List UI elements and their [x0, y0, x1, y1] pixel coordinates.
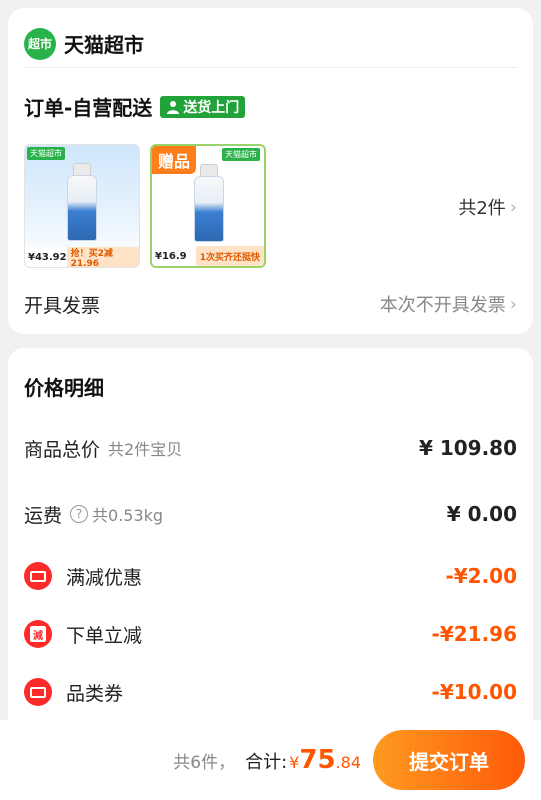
- checkout-bar: 共6件， 合计: ¥ 75 .84 提交订单: [0, 720, 541, 800]
- invoice-value-text: 本次不开具发票: [379, 295, 506, 316]
- order-type: 订单-自营配送 送货上门: [24, 92, 246, 121]
- price-strip: ¥16.9 1次买齐还挺快: [152, 246, 264, 266]
- invoice-row[interactable]: 开具发票 本次不开具发票 ›: [24, 288, 517, 320]
- total-integer: 75: [299, 745, 336, 775]
- price-row-full-reduction[interactable]: 满减优惠 -¥2.00: [24, 558, 517, 594]
- row-sub-weight[interactable]: ? 共0.53kg: [70, 502, 163, 526]
- price-row-subtotal: 商品总价 共2件宝贝 ¥ 109.80: [24, 430, 517, 466]
- total-label: 合计:: [245, 752, 288, 773]
- store-header[interactable]: 超市 天猫超市: [24, 20, 517, 68]
- row-sub-text: 共0.53kg: [92, 506, 164, 525]
- row-amount: -¥21.96: [431, 622, 517, 646]
- chevron-right-icon: ›: [509, 196, 517, 218]
- price-row-shipping: 运费 ? 共0.53kg ¥ 0.00: [24, 496, 517, 532]
- instant-discount-icon-text: 減: [30, 626, 46, 642]
- item-count-link[interactable]: 共2件 ›: [458, 194, 517, 220]
- price-row-instant-discount[interactable]: 減 下单立减 -¥21.96: [24, 616, 517, 652]
- row-amount: -¥2.00: [445, 564, 517, 588]
- product-bottle-image: [194, 176, 224, 242]
- row-label: 下单立减: [66, 624, 143, 647]
- delivery-badge-label: 送货上门: [183, 99, 240, 116]
- row-label: 商品总价: [24, 438, 101, 461]
- row-amount: ¥ 109.80: [418, 436, 517, 460]
- invoice-value: 本次不开具发票 ›: [380, 291, 517, 317]
- product-thumbnail[interactable]: 天猫超市 ¥43.92 抢！买2减21.96: [24, 144, 140, 268]
- coupon-ticket-icon: [24, 562, 52, 590]
- chevron-right-icon: ›: [509, 293, 517, 315]
- total-item-count: 共6件，: [173, 753, 236, 773]
- row-amount: -¥10.00: [431, 680, 517, 704]
- submit-order-button[interactable]: 提交订单: [373, 730, 525, 790]
- price-strip: ¥43.92 抢！买2减21.96: [25, 247, 139, 267]
- item-count: 共2件: [458, 198, 506, 219]
- store-tag: 天猫超市: [222, 148, 260, 161]
- invoice-label: 开具发票: [24, 294, 101, 317]
- order-type-label: 订单-自营配送: [24, 96, 153, 120]
- product-price: ¥43.92: [28, 251, 67, 263]
- store-name: 天猫超市: [64, 33, 144, 57]
- store-logo: 超市: [24, 27, 56, 60]
- gift-product-thumbnail[interactable]: 赠品 天猫超市 ¥16.9 1次买齐还挺快: [150, 144, 266, 268]
- category-coupon-icon: [24, 678, 52, 706]
- help-icon[interactable]: ?: [70, 505, 89, 523]
- row-label: 品类券: [66, 682, 124, 705]
- total-decimal: .84: [335, 753, 361, 772]
- gift-label: 赠品: [152, 146, 197, 174]
- store-tag: 天猫超市: [27, 147, 65, 160]
- price-row-category-coupon[interactable]: 品类券 -¥10.00: [24, 674, 517, 710]
- row-sub: 共2件宝贝: [108, 440, 183, 459]
- row-label: 运费: [24, 504, 63, 527]
- order-card: 超市 天猫超市 订单-自营配送 送货上门 天猫超市 ¥43.92 抢！买2减21…: [8, 8, 533, 334]
- price-detail-card: 价格明细 商品总价 共2件宝贝 ¥ 109.80 运费 ? 共0.53kg ¥ …: [8, 348, 533, 720]
- delivery-badge: 送货上门: [160, 95, 246, 118]
- row-label: 满减优惠: [66, 566, 143, 589]
- product-promo: 抢！买2减21.96: [66, 247, 139, 267]
- instant-discount-icon: 減: [24, 620, 52, 648]
- total-area: 共6件， 合计: ¥ 75 .84: [173, 745, 361, 775]
- product-promo: 1次买齐还挺快: [195, 246, 264, 266]
- row-amount: ¥ 0.00: [446, 502, 517, 526]
- person-icon: [167, 100, 180, 114]
- price-detail-title: 价格明细: [24, 376, 104, 400]
- product-bottle-image: [67, 175, 97, 241]
- product-price: ¥16.9: [155, 250, 187, 262]
- total-currency: ¥: [289, 753, 300, 772]
